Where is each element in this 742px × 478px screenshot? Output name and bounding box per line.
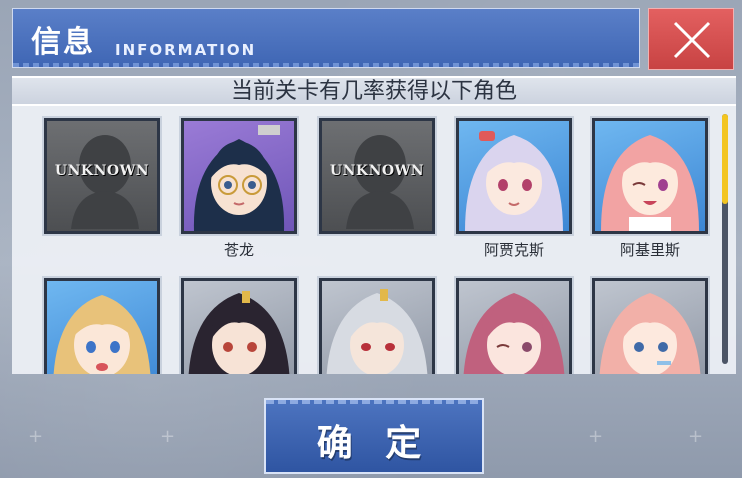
character-card[interactable]: 阿基里斯 (590, 116, 710, 260)
dialog-title-english: INFORMATION (115, 41, 257, 59)
character-card[interactable] (179, 276, 299, 374)
character-portrait[interactable] (590, 116, 710, 236)
character-card[interactable]: 阿贾克斯 (454, 116, 574, 260)
character-art-icon (465, 131, 563, 231)
character-card[interactable] (590, 276, 710, 374)
dialog-header: 信息 INFORMATION (12, 8, 640, 68)
drop-list-panel: 当前关卡有几率获得以下角色 UNKNOWN 苍龙 UNKNOWN 阿贾克斯 阿基… (12, 76, 736, 374)
character-card[interactable]: 苍龙 (179, 116, 299, 260)
character-card[interactable] (317, 276, 437, 374)
information-dialog: 信息 INFORMATION 当前关卡有几率获得以下角色 UNKNOWN 苍龙 … (0, 0, 742, 478)
character-art-icon (193, 125, 285, 231)
character-portrait[interactable] (42, 276, 162, 374)
character-card[interactable] (454, 276, 574, 374)
silhouette-icon (71, 135, 139, 229)
close-button[interactable] (648, 8, 734, 70)
unknown-label: UNKNOWN (329, 163, 425, 179)
close-icon (673, 21, 711, 59)
character-card[interactable]: UNKNOWN (42, 116, 162, 260)
character-portrait-unknown[interactable]: UNKNOWN (317, 116, 437, 236)
character-portrait[interactable] (179, 276, 299, 374)
character-art-icon (53, 295, 151, 374)
confirm-button-label: 确 定 (316, 422, 432, 464)
character-name: 阿贾克斯 (483, 241, 544, 259)
character-grid[interactable]: UNKNOWN 苍龙 UNKNOWN 阿贾克斯 阿基里斯 (12, 106, 720, 374)
character-card[interactable] (42, 276, 162, 374)
character-portrait[interactable] (179, 116, 299, 236)
character-art-icon (601, 135, 699, 231)
character-portrait[interactable] (317, 276, 437, 374)
character-name (319, 240, 435, 260)
confirm-button[interactable]: 确 定 (264, 398, 484, 474)
drop-list-heading: 当前关卡有几率获得以下角色 (12, 78, 736, 106)
character-portrait[interactable] (454, 276, 574, 374)
character-art-icon (326, 289, 428, 374)
character-name: 阿基里斯 (619, 241, 680, 259)
character-art-icon (599, 293, 701, 374)
character-portrait[interactable] (590, 276, 710, 374)
dialog-title: 信息 (31, 25, 95, 60)
character-name: 苍龙 (223, 241, 254, 259)
character-portrait-unknown[interactable]: UNKNOWN (42, 116, 162, 236)
character-name (44, 240, 160, 260)
unknown-label: UNKNOWN (54, 163, 150, 179)
grid-scrollbar[interactable] (722, 114, 728, 364)
character-art-icon (188, 291, 290, 374)
character-card[interactable]: UNKNOWN (317, 116, 437, 260)
scrollbar-thumb[interactable] (722, 114, 728, 204)
character-art-icon (463, 293, 565, 374)
silhouette-icon (346, 135, 414, 229)
character-portrait[interactable] (454, 116, 574, 236)
